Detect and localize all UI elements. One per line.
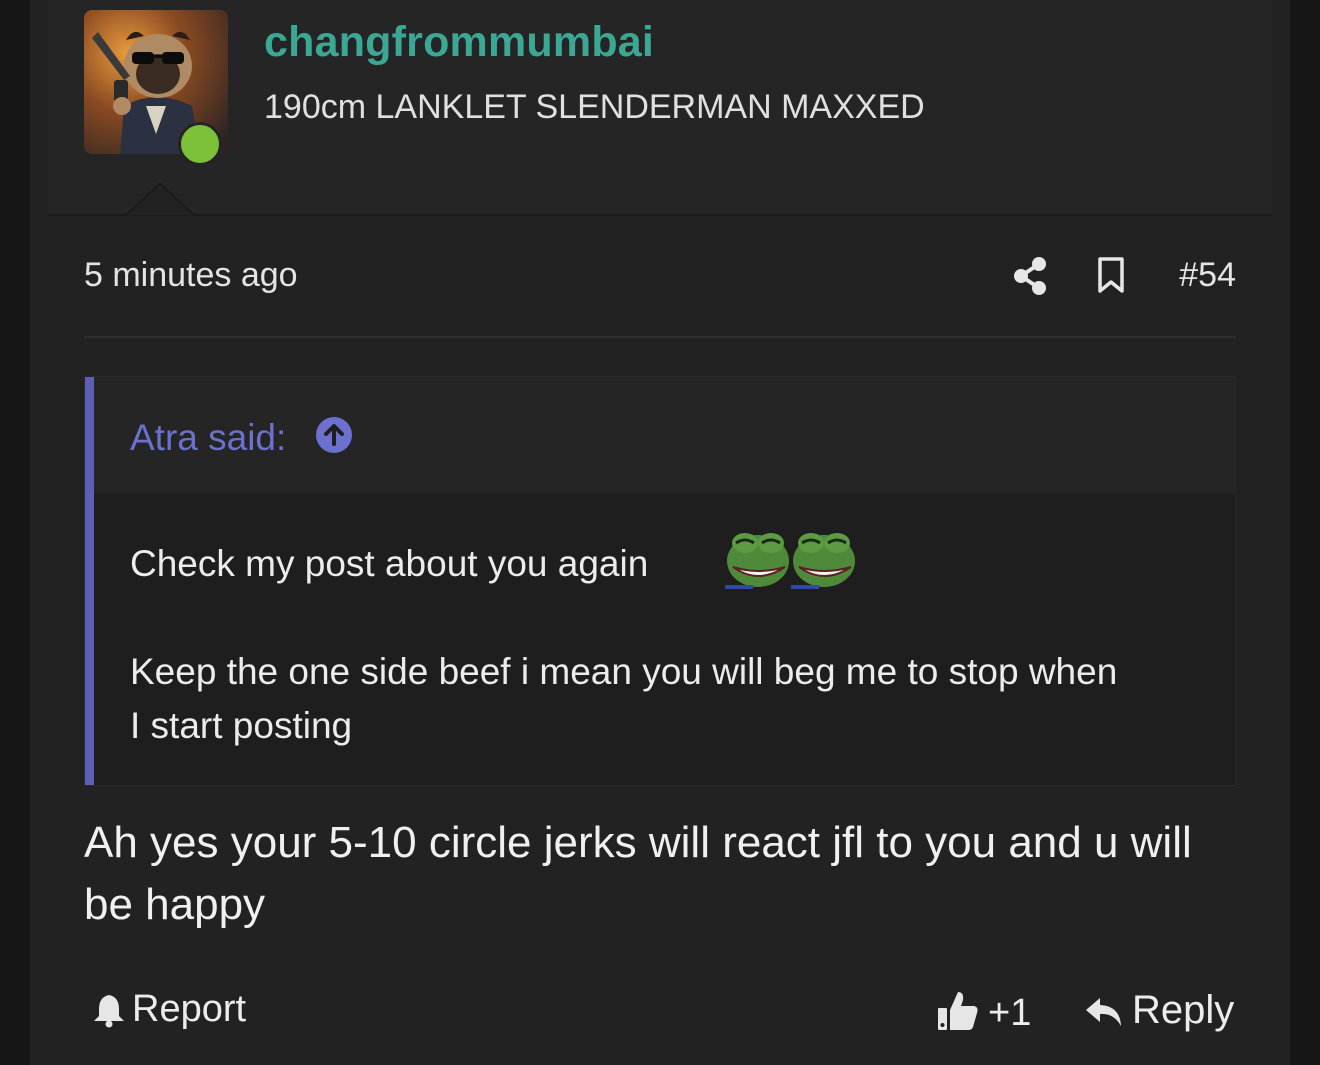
- post-meta-row: 5 minutes ago #54: [84, 250, 1236, 306]
- quote-text-line: Check my post about you again: [130, 543, 649, 584]
- online-status-indicator: [178, 122, 222, 166]
- username-link[interactable]: changfrommumbai: [264, 18, 654, 67]
- quote-text-line: Keep the one side beef i mean you will b…: [130, 651, 1118, 692]
- thumbs-up-icon: [938, 992, 978, 1030]
- arrow-up-circle-icon[interactable]: [315, 416, 353, 454]
- post-number-link[interactable]: #54: [1179, 256, 1236, 295]
- report-label: Report: [132, 988, 247, 1030]
- post-footer-actions: Report +1 Reply: [84, 980, 1236, 1040]
- post-timestamp[interactable]: 5 minutes ago: [84, 256, 298, 295]
- pepe-laugh-emoji: [725, 533, 789, 589]
- quote-text-line: I start posting: [130, 705, 353, 746]
- user-title: 190cm LANKLET SLENDERMAN MAXXED: [264, 88, 925, 126]
- post-message-body: Ah yes your 5-10 circle jerks will react…: [84, 818, 1192, 929]
- quote-accent-bar: [85, 377, 94, 785]
- reply-label: Reply: [1132, 988, 1235, 1032]
- reply-arrow-icon: [1086, 998, 1121, 1026]
- quote-author-link[interactable]: Atra said:: [130, 417, 286, 459]
- like-button[interactable]: +1: [936, 984, 1036, 1034]
- quote-block: Atra said: Check my post about you again: [84, 376, 1236, 786]
- bell-icon: [94, 995, 124, 1028]
- post-user-header: changfrommumbai 190cm LANKLET SLENDERMAN…: [48, 0, 1272, 216]
- quote-header: Atra said:: [94, 377, 1235, 493]
- meta-divider: [84, 336, 1236, 338]
- like-count: +1: [988, 992, 1032, 1034]
- user-header-pointer: [128, 185, 192, 215]
- post-container: changfrommumbai 190cm LANKLET SLENDERMAN…: [30, 0, 1290, 1065]
- pepe-laugh-emoji: [791, 533, 855, 589]
- share-icon[interactable]: [1012, 256, 1048, 296]
- bookmark-icon[interactable]: [1096, 256, 1126, 294]
